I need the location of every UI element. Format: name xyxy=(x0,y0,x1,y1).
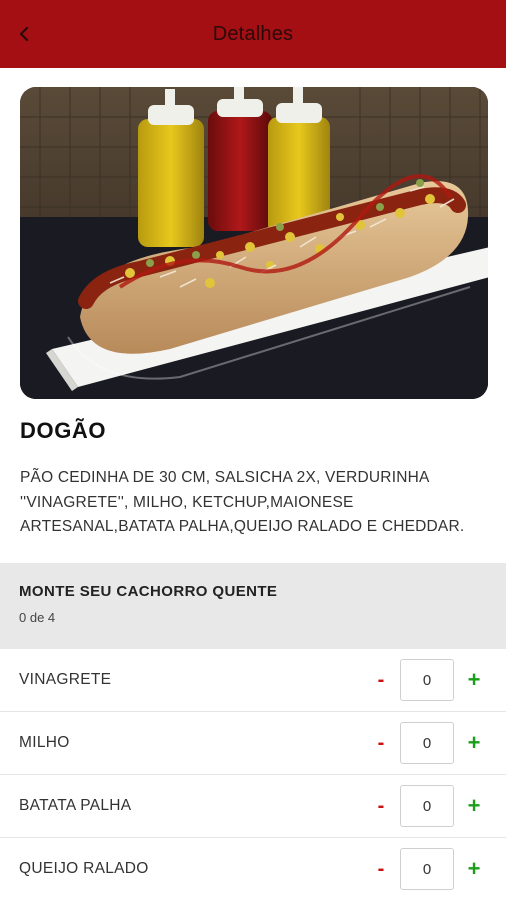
product-description: PÃO CEDINHA DE 30 CM, SALSICHA 2X, VERDU… xyxy=(20,469,465,535)
selection-count: 0 de 4 xyxy=(19,610,56,625)
back-button[interactable] xyxy=(10,18,38,50)
option-row-batata-palha: BATATA PALHA - + xyxy=(0,775,506,838)
quantity-input[interactable] xyxy=(400,848,454,890)
option-row-vinagrete: VINAGRETE - + xyxy=(0,649,506,712)
quantity-input[interactable] xyxy=(400,785,454,827)
product-photo xyxy=(20,87,488,399)
option-label: BATATA PALHA xyxy=(19,797,132,814)
increment-button[interactable]: + xyxy=(462,727,486,759)
increment-button[interactable]: + xyxy=(462,664,486,696)
chevron-left-icon xyxy=(19,26,29,42)
customization-title: MONTE SEU CACHORRO QUENTE xyxy=(19,583,278,600)
quantity-input[interactable] xyxy=(400,659,454,701)
quantity-input[interactable] xyxy=(400,722,454,764)
option-label: MILHO xyxy=(19,734,70,751)
option-label: QUEIJO RALADO xyxy=(19,860,149,877)
increment-button[interactable]: + xyxy=(462,853,486,885)
decrement-button[interactable]: - xyxy=(370,790,392,822)
option-row-queijo-ralado: QUEIJO RALADO - + xyxy=(0,838,506,900)
app-header: Detalhes xyxy=(0,0,506,68)
product-name: DOGÃO xyxy=(20,418,107,443)
decrement-button[interactable]: - xyxy=(370,664,392,696)
decrement-button[interactable]: - xyxy=(370,727,392,759)
option-row-milho: MILHO - + xyxy=(0,712,506,775)
customization-header: MONTE SEU CACHORRO QUENTE 0 de 4 xyxy=(0,563,506,649)
option-label: VINAGRETE xyxy=(19,671,112,688)
page-title: Detalhes xyxy=(212,22,294,45)
decrement-button[interactable]: - xyxy=(370,853,392,885)
increment-button[interactable]: + xyxy=(462,790,486,822)
